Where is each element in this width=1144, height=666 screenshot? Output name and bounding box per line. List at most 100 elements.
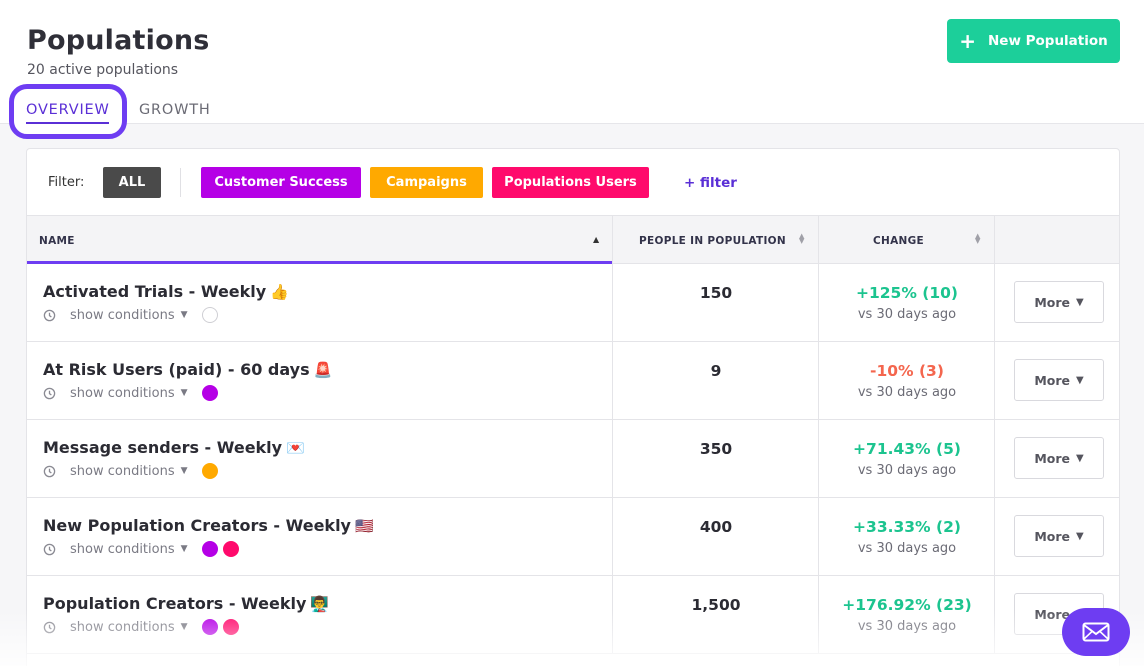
more-button-label: More	[1034, 372, 1070, 388]
chevron-down-icon[interactable]: ▼	[181, 466, 188, 476]
filter-chip-campaigns[interactable]: Campaigns	[370, 167, 483, 198]
more-button-label: More	[1034, 528, 1070, 544]
active-tab-underline	[26, 122, 109, 124]
change-comparison: vs 30 days ago	[857, 307, 957, 322]
cell-divider	[818, 264, 819, 342]
more-button[interactable]: More ▼	[1014, 281, 1104, 323]
show-conditions-toggle[interactable]: show conditions	[70, 464, 175, 479]
column-header-people[interactable]: PEOPLE IN POPULATION	[639, 235, 786, 247]
cell-divider	[818, 420, 819, 498]
filter-divider	[180, 168, 181, 197]
chevron-down-icon[interactable]: ▼	[181, 310, 188, 320]
cell-divider	[612, 576, 613, 654]
page-subtitle: 20 active populations	[27, 62, 179, 78]
chevron-down-icon: ▼	[1075, 452, 1084, 464]
change-value: +33.33% (2)	[853, 518, 961, 536]
clock-icon	[43, 309, 56, 321]
table-header: NAME ▲ PEOPLE IN POPULATION ▲ ▼ CHANGE ▲ ▼	[27, 216, 1119, 264]
change-comparison: vs 30 days ago	[857, 619, 957, 634]
cell-divider	[818, 342, 819, 420]
show-conditions-toggle[interactable]: show conditions	[70, 308, 175, 323]
tag-dot-campaigns[interactable]	[201, 463, 218, 479]
population-name[interactable]: New Population Creators - Weekly 🇺🇸	[43, 516, 374, 535]
chat-launcher-button[interactable]	[1062, 608, 1130, 656]
tag-dot-customer-success[interactable]	[201, 619, 218, 635]
filter-chip-all[interactable]: ALL	[103, 167, 161, 198]
population-name-text: New Population Creators - Weekly	[43, 516, 351, 535]
tag-dot-empty[interactable]	[201, 307, 218, 323]
cell-divider	[612, 264, 613, 342]
new-population-button[interactable]: + New Population	[947, 19, 1120, 63]
column-divider	[994, 216, 995, 264]
filter-chip-populations-users[interactable]: Populations Users	[492, 167, 649, 198]
table-row[interactable]: At Risk Users (paid) - 60 days 🚨 show con…	[27, 342, 1119, 420]
chevron-down-icon[interactable]: ▼	[181, 544, 188, 554]
sort-ascending-icon[interactable]: ▲	[593, 235, 599, 244]
chevron-down-icon: ▼	[1075, 530, 1084, 542]
tag-dot-populations-users[interactable]	[222, 619, 239, 635]
cell-divider	[612, 420, 613, 498]
population-name[interactable]: At Risk Users (paid) - 60 days 🚨	[43, 360, 332, 379]
chevron-down-icon[interactable]: ▼	[181, 388, 188, 398]
table-row[interactable]: Population Creators - Weekly 👨‍🏫 show con…	[27, 576, 1119, 654]
filter-chip-customer-success[interactable]: Customer Success	[201, 167, 361, 198]
population-emoji: 🚨	[313, 361, 333, 379]
cell-divider	[994, 498, 995, 576]
people-count: 9	[710, 362, 722, 380]
people-count: 400	[699, 518, 733, 536]
more-button[interactable]: More ▼	[1014, 359, 1104, 401]
more-button[interactable]: More ▼	[1014, 437, 1104, 479]
row-meta: show conditions ▼	[43, 619, 244, 635]
plus-icon: +	[959, 29, 976, 53]
show-conditions-toggle[interactable]: show conditions	[70, 542, 175, 557]
change-value: -10% (3)	[870, 362, 944, 380]
column-divider	[818, 216, 819, 264]
sort-both-icon[interactable]: ▲ ▼	[975, 233, 980, 245]
population-name[interactable]: Activated Trials - Weekly 👍	[43, 282, 289, 301]
tab-overview[interactable]: OVERVIEW	[26, 102, 110, 118]
tag-dot-customer-success[interactable]	[201, 541, 218, 557]
row-meta: show conditions ▼	[43, 385, 223, 401]
add-filter-link[interactable]: + filter	[684, 175, 737, 191]
column-header-change[interactable]: CHANGE	[873, 235, 924, 247]
cell-divider	[818, 576, 819, 654]
population-name[interactable]: Population Creators - Weekly 👨‍🏫	[43, 594, 329, 613]
sort-both-icon[interactable]: ▲ ▼	[799, 233, 804, 245]
show-conditions-toggle[interactable]: show conditions	[70, 386, 175, 401]
table-row[interactable]: New Population Creators - Weekly 🇺🇸 show …	[27, 498, 1119, 576]
population-name-text: Population Creators - Weekly	[43, 594, 307, 613]
filter-label: Filter:	[48, 175, 85, 190]
population-name-text: At Risk Users (paid) - 60 days	[43, 360, 310, 379]
clock-icon	[43, 387, 56, 399]
page-header: Populations 20 active populations + New …	[0, 0, 1144, 139]
show-conditions-toggle[interactable]: show conditions	[70, 620, 175, 635]
more-button-label: More	[1034, 450, 1070, 466]
population-emoji: 👍	[270, 283, 289, 301]
more-button[interactable]: More ▼	[1014, 515, 1104, 557]
population-name[interactable]: Message senders - Weekly 💌	[43, 438, 305, 457]
table-row[interactable]: Activated Trials - Weekly 👍 show conditio…	[27, 264, 1119, 342]
table-row[interactable]: Message senders - Weekly 💌 show condition…	[27, 420, 1119, 498]
population-name-text: Activated Trials - Weekly	[43, 282, 267, 301]
cell-divider	[818, 498, 819, 576]
change-comparison: vs 30 days ago	[857, 385, 957, 400]
population-name-text: Message senders - Weekly	[43, 438, 283, 457]
cell-divider	[612, 342, 613, 420]
cell-divider	[612, 498, 613, 576]
column-header-name[interactable]: NAME	[39, 235, 75, 247]
tab-growth[interactable]: GROWTH	[139, 102, 211, 118]
change-comparison: vs 30 days ago	[857, 541, 957, 556]
row-meta: show conditions ▼	[43, 307, 223, 323]
more-button-label: More	[1034, 294, 1070, 310]
population-emoji: 👨‍🏫	[310, 595, 330, 613]
row-meta: show conditions ▼	[43, 463, 223, 479]
row-meta: show conditions ▼	[43, 541, 244, 557]
clock-icon	[43, 543, 56, 555]
chevron-down-icon[interactable]: ▼	[181, 622, 188, 632]
people-count: 350	[699, 440, 733, 458]
people-count: 150	[699, 284, 733, 302]
tag-dot-populations-users[interactable]	[222, 541, 239, 557]
change-value: +176.92% (23)	[842, 596, 972, 614]
populations-card: Filter: ALL Customer Success Campaigns P…	[26, 148, 1120, 666]
tag-dot-customer-success[interactable]	[201, 385, 218, 401]
